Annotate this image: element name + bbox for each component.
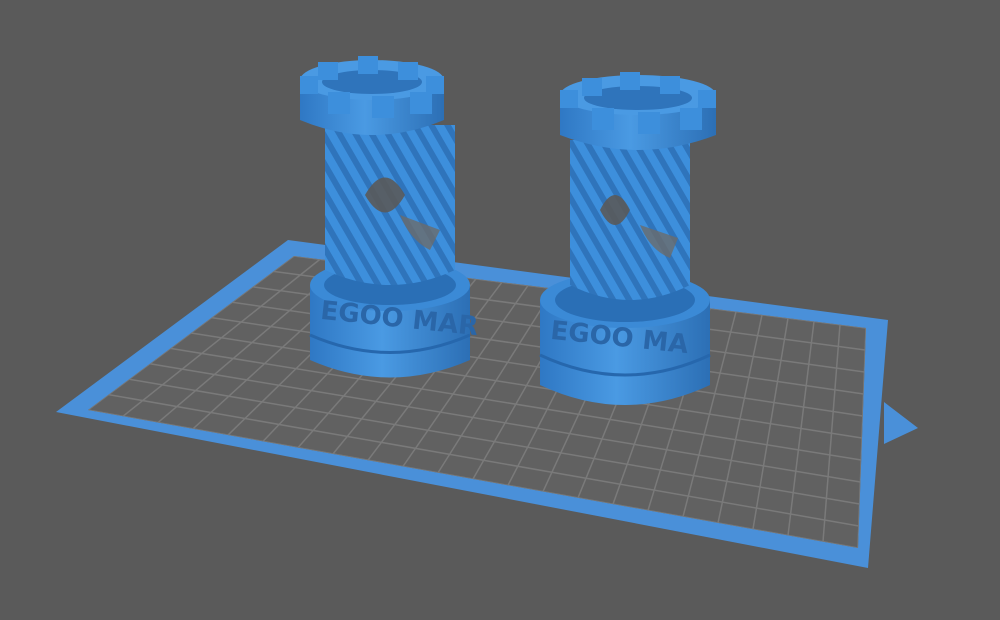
3d-viewport[interactable]: EGOO MAR EGOO MA (0, 0, 1000, 620)
rook-2-body[interactable] (570, 140, 690, 300)
scene-svg[interactable]: EGOO MAR EGOO MA (0, 0, 1000, 620)
